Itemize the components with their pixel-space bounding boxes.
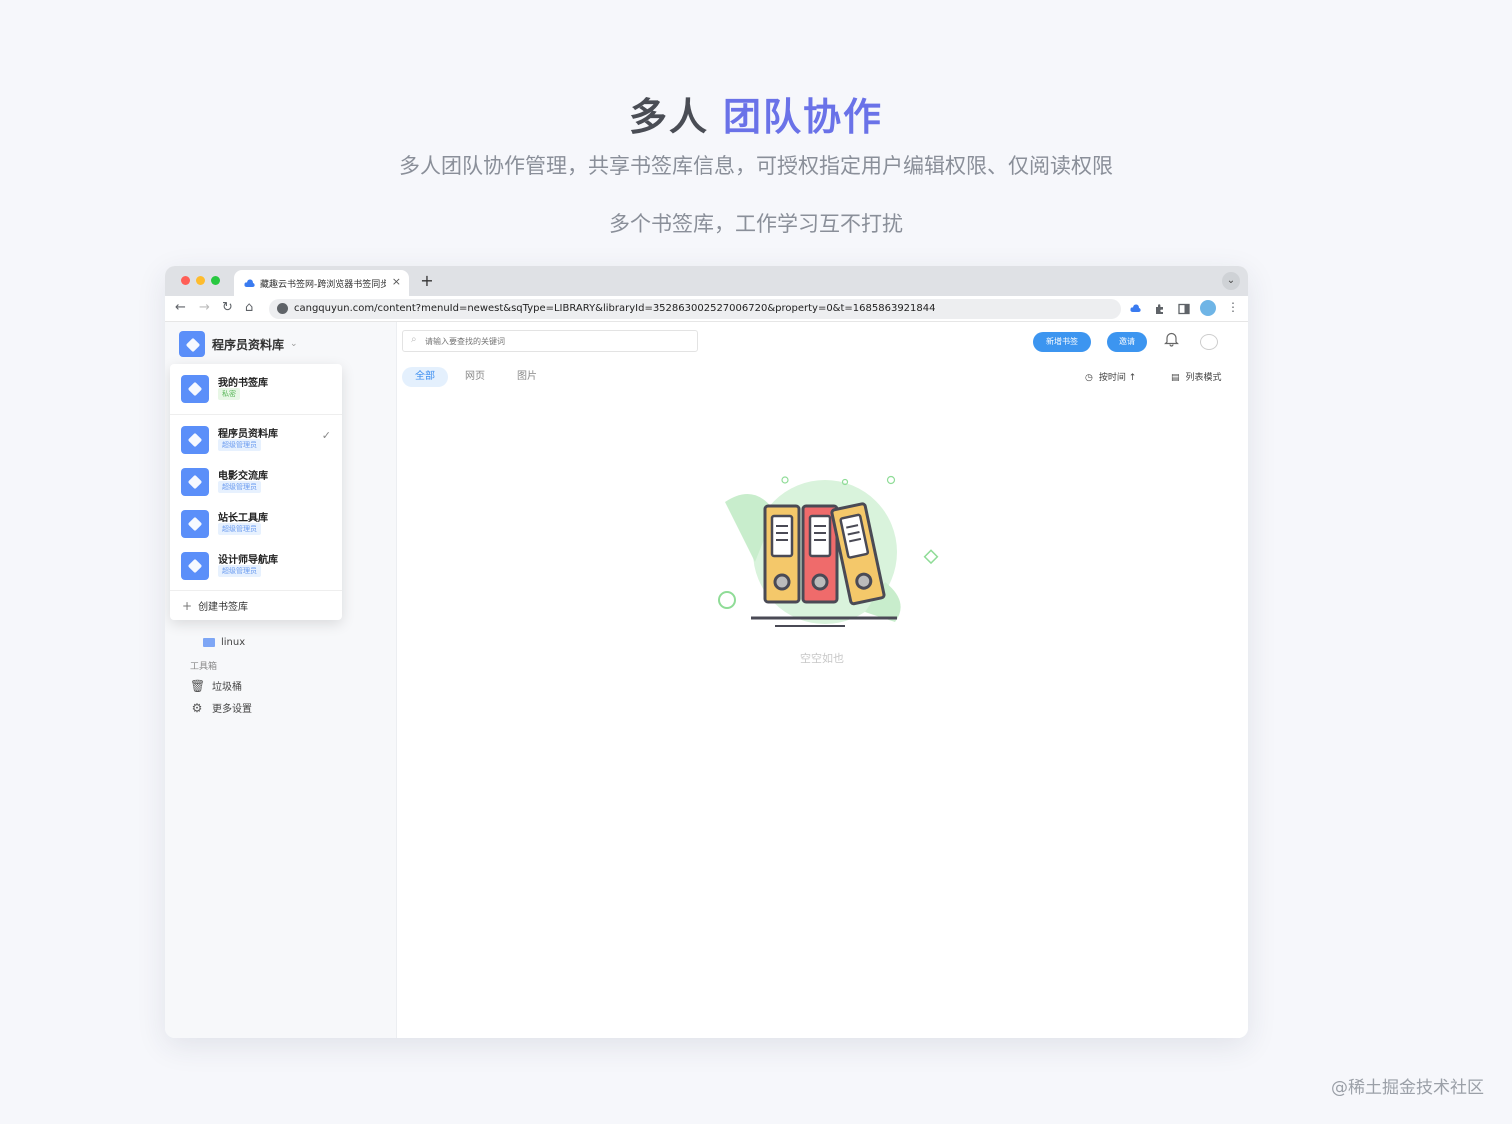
- sidebar: 程序员资料库 ⌄ mysql linux 工具箱 🗑垃圾桶 ⚙更多设置 我的书签…: [165, 322, 397, 1038]
- check-icon: ✓: [321, 429, 331, 442]
- library-option-name: 电影交流库: [218, 471, 268, 482]
- sort-label: 按时间 ↑: [1098, 373, 1137, 383]
- settings-label: 更多设置: [212, 704, 252, 715]
- watermark: @稀土掘金技术社区: [1331, 1078, 1484, 1098]
- library-option-name: 设计师导航库: [218, 555, 278, 566]
- browser-window: 藏趣云书签网-跨浏览器书签同步 × + ⌄ ← → ↻ ⌂ cangquyun.…: [165, 266, 1248, 1038]
- cloud-icon: [244, 279, 255, 287]
- hero-subtitle: 多人团队协作管理，共享书签库信息，可授权指定用户编辑权限、仅阅读权限: [399, 154, 1113, 178]
- hero-subtitle-secondary: 多个书签库，工作学习互不打扰: [609, 212, 903, 236]
- role-badge: 超级管理员: [218, 523, 261, 535]
- user-avatar[interactable]: [1200, 334, 1218, 350]
- role-badge: 超级管理员: [218, 481, 261, 493]
- site-info-icon[interactable]: [277, 303, 288, 314]
- address-bar[interactable]: cangquyun.com/content?menuId=newest&sqTy…: [269, 299, 1121, 319]
- create-library-label: 创建书签库: [198, 602, 249, 613]
- hero-title-part2: 团队协作: [723, 95, 884, 139]
- main-content: ⌕ 新增书签 邀请 全部 网页 图片 ◷ 按时间 ↑ ▤ 列表模式: [397, 322, 1248, 1038]
- plus-icon: +: [182, 599, 193, 613]
- more-menu-icon[interactable]: ⋮: [1227, 300, 1239, 314]
- sidebar-panel-icon[interactable]: [1178, 303, 1190, 315]
- empty-state-illustration: [718, 475, 939, 627]
- role-badge: 超级管理员: [218, 565, 261, 577]
- list-icon: ▤: [1171, 373, 1180, 383]
- library-icon: [179, 331, 205, 357]
- forward-button[interactable]: →: [199, 300, 210, 315]
- minimize-window-button[interactable]: [196, 276, 205, 285]
- sidebar-item-settings[interactable]: ⚙ 更多设置: [190, 700, 252, 716]
- search-box[interactable]: ⌕: [402, 330, 698, 352]
- library-option-name: 程序员资料库: [218, 429, 278, 440]
- bell-icon[interactable]: [1164, 331, 1179, 347]
- search-icon: ⌕: [411, 334, 417, 345]
- library-option-webmaster[interactable]: 站长工具库 超级管理员: [181, 507, 331, 541]
- hero-title-part1: 多人: [628, 95, 709, 139]
- role-badge: 私密: [218, 388, 240, 400]
- search-input[interactable]: [425, 333, 675, 349]
- close-window-button[interactable]: [181, 276, 190, 285]
- browser-toolbar: ← → ↻ ⌂ cangquyun.com/content?menuId=new…: [165, 296, 1248, 322]
- tab-all[interactable]: 全部: [402, 367, 448, 387]
- invite-button[interactable]: 邀请: [1107, 332, 1147, 352]
- folder-item-linux[interactable]: linux: [203, 637, 245, 648]
- library-option-name: 站长工具库: [218, 513, 268, 524]
- tab-title: 藏趣云书签网-跨浏览器书签同步: [260, 280, 386, 290]
- empty-state-text: 空空如也: [800, 652, 844, 665]
- clock-icon: ◷: [1085, 373, 1093, 383]
- tab-webpages[interactable]: 网页: [456, 367, 494, 387]
- library-dropdown: 我的书签库 私密 程序员资料库 超级管理员 ✓ 电影交流库 超级管理员 站长工具…: [170, 364, 342, 620]
- puzzle-icon[interactable]: [1154, 303, 1166, 315]
- role-badge: 超级管理员: [218, 439, 261, 451]
- reload-button[interactable]: ↻: [222, 300, 233, 315]
- sort-by-time-button[interactable]: ◷ 按时间 ↑: [1085, 370, 1136, 383]
- current-library-name: 程序员资料库: [212, 337, 285, 352]
- add-bookmark-button[interactable]: 新增书签: [1033, 332, 1091, 352]
- gear-icon: ⚙: [191, 700, 203, 715]
- back-button[interactable]: ←: [175, 300, 186, 315]
- tools-category-label: 工具箱: [190, 662, 218, 672]
- library-icon: [181, 552, 209, 580]
- maximize-window-button[interactable]: [211, 276, 220, 285]
- tab-close-icon[interactable]: ×: [392, 275, 401, 288]
- view-mode-button[interactable]: ▤ 列表模式: [1171, 370, 1222, 383]
- cloud-extension-icon[interactable]: [1130, 303, 1141, 313]
- create-library-button[interactable]: + 创建书签库: [182, 598, 248, 613]
- library-option-movies[interactable]: 电影交流库 超级管理员: [181, 465, 331, 499]
- library-switcher[interactable]: 程序员资料库 ⌄: [179, 330, 298, 358]
- view-mode-label: 列表模式: [1185, 373, 1222, 383]
- folder-icon: [203, 638, 215, 647]
- sidebar-item-trash[interactable]: 🗑 垃圾桶: [190, 678, 242, 694]
- hero-title: 多人 团队协作: [0, 86, 1512, 141]
- url-text: cangquyun.com/content?menuId=newest&sqTy…: [294, 303, 936, 314]
- tab-images[interactable]: 图片: [508, 367, 546, 387]
- library-option-designer[interactable]: 设计师导航库 超级管理员: [181, 549, 331, 583]
- library-icon: [181, 510, 209, 538]
- profile-avatar[interactable]: [1200, 300, 1216, 316]
- new-tab-button[interactable]: +: [417, 271, 437, 291]
- tab-search-button[interactable]: ⌄: [1222, 272, 1240, 290]
- trash-label: 垃圾桶: [212, 682, 242, 693]
- home-button[interactable]: ⌂: [245, 300, 253, 315]
- divider: [170, 414, 342, 415]
- library-icon: [181, 375, 209, 403]
- library-option-programmer[interactable]: 程序员资料库 超级管理员 ✓: [181, 423, 331, 457]
- browser-tab[interactable]: 藏趣云书签网-跨浏览器书签同步 ×: [234, 270, 409, 296]
- tab-bar: 藏趣云书签网-跨浏览器书签同步 × + ⌄: [165, 266, 1248, 296]
- app-area: 程序员资料库 ⌄ mysql linux 工具箱 🗑垃圾桶 ⚙更多设置 我的书签…: [165, 322, 1248, 1038]
- chevron-down-icon: ⌄: [290, 339, 298, 349]
- library-icon: [181, 468, 209, 496]
- library-icon: [181, 426, 209, 454]
- trash-icon: 🗑: [190, 678, 206, 693]
- library-option-name: 我的书签库: [218, 378, 268, 389]
- library-option-my-bookmarks[interactable]: 我的书签库 私密: [181, 372, 331, 406]
- divider: [170, 590, 342, 591]
